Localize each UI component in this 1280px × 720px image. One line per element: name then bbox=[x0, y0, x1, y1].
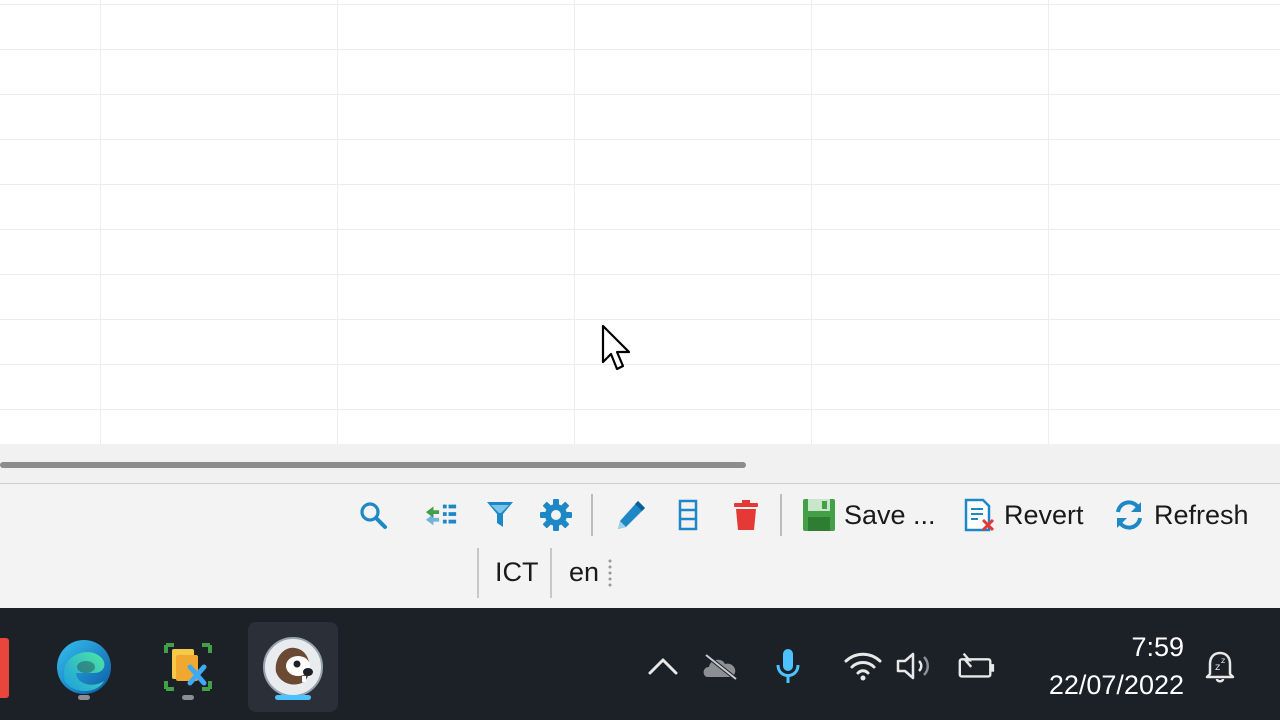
status-bar: ICT en bbox=[0, 546, 1280, 608]
refresh-icon bbox=[1112, 498, 1146, 532]
grid-column-line bbox=[100, 0, 101, 444]
revert-icon bbox=[962, 498, 996, 532]
status-separator bbox=[550, 548, 552, 598]
save-label: Save ... bbox=[844, 499, 936, 530]
search-icon bbox=[356, 498, 390, 532]
clock-date: 22/07/2022 bbox=[1048, 670, 1184, 700]
wifi-icon bbox=[844, 652, 882, 681]
notifications-button[interactable]: z z bbox=[1200, 646, 1240, 686]
settings-button[interactable] bbox=[539, 496, 573, 534]
taskbar-app-devtools[interactable] bbox=[143, 622, 233, 712]
scrollbar-thumb[interactable] bbox=[0, 462, 746, 468]
filter-icon bbox=[483, 498, 517, 532]
refresh-label: Refresh bbox=[1154, 499, 1249, 530]
grid-row-line bbox=[0, 409, 1280, 410]
panels-button[interactable] bbox=[424, 496, 458, 534]
cloud-offline-icon bbox=[703, 653, 738, 681]
microphone-button[interactable] bbox=[768, 646, 808, 686]
grid-column-line bbox=[811, 0, 812, 444]
running-indicator bbox=[182, 695, 194, 700]
grid-row-line bbox=[0, 229, 1280, 230]
svg-text:z: z bbox=[1221, 656, 1225, 665]
horizontal-scrollbar[interactable] bbox=[0, 444, 1280, 484]
system-clock[interactable]: 7:59 22/07/2022 bbox=[1049, 628, 1184, 704]
active-window-indicator bbox=[275, 695, 311, 700]
gear-icon bbox=[539, 498, 573, 532]
status-separator bbox=[477, 548, 479, 598]
row-insert-button[interactable] bbox=[671, 496, 705, 534]
timezone-indicator[interactable]: ICT bbox=[495, 557, 539, 588]
onedrive-offline-button[interactable] bbox=[700, 646, 740, 686]
wifi-button[interactable] bbox=[843, 646, 883, 686]
edge-browser-icon bbox=[57, 640, 111, 694]
refresh-button[interactable]: Refresh bbox=[1112, 496, 1249, 534]
running-indicator bbox=[78, 695, 90, 700]
battery-charging-icon bbox=[958, 652, 995, 678]
bell-snooze-icon: z z bbox=[1205, 651, 1235, 683]
toolbar-separator bbox=[780, 494, 782, 536]
app-window: Save ... Revert Refresh ICT en 7:59 22/0… bbox=[0, 0, 1280, 720]
filter-button[interactable] bbox=[483, 496, 517, 534]
pencil-icon bbox=[614, 498, 648, 532]
save-icon bbox=[802, 498, 836, 532]
chevron-up-icon bbox=[648, 658, 678, 675]
grid-row-line bbox=[0, 4, 1280, 5]
grid-column-line bbox=[337, 0, 338, 444]
column-icon bbox=[671, 498, 705, 532]
microphone-icon bbox=[776, 649, 800, 683]
locale-indicator[interactable]: en bbox=[569, 557, 599, 588]
grid-row-line bbox=[0, 274, 1280, 275]
taskbar: 7:59 22/07/2022 z z bbox=[0, 608, 1280, 720]
edit-button[interactable] bbox=[614, 496, 648, 534]
grid-row-line bbox=[0, 364, 1280, 365]
save-button[interactable]: Save ... bbox=[802, 496, 936, 534]
grid-row-line bbox=[0, 139, 1280, 140]
grid-row-line bbox=[0, 94, 1280, 95]
partial-app-icon[interactable] bbox=[0, 638, 9, 698]
status-grip[interactable] bbox=[608, 558, 612, 588]
battery-button[interactable] bbox=[956, 646, 996, 686]
grid-row-line bbox=[0, 319, 1280, 320]
clock-time: 7:59 bbox=[1131, 632, 1184, 662]
trash-icon bbox=[729, 498, 763, 532]
toolbar-separator bbox=[591, 494, 593, 536]
results-grid[interactable] bbox=[0, 0, 1280, 444]
mouse-cursor-icon bbox=[601, 324, 631, 371]
revert-label: Revert bbox=[1004, 499, 1084, 530]
dbeaver-app-icon bbox=[263, 637, 323, 697]
grid-column-line bbox=[574, 0, 575, 444]
taskbar-app-dbeaver[interactable] bbox=[248, 622, 338, 712]
volume-button[interactable] bbox=[895, 646, 935, 686]
taskbar-app-edge[interactable] bbox=[39, 622, 129, 712]
grid-row-line bbox=[0, 49, 1280, 50]
grid-column-line bbox=[1048, 0, 1049, 444]
grid-row-line bbox=[0, 184, 1280, 185]
search-button[interactable] bbox=[356, 496, 390, 534]
revert-button[interactable]: Revert bbox=[962, 496, 1084, 534]
show-hidden-icons-button[interactable] bbox=[643, 646, 683, 686]
svg-text:z: z bbox=[1215, 662, 1220, 673]
results-toolbar: Save ... Revert Refresh bbox=[0, 484, 1280, 546]
dev-tools-app-icon bbox=[164, 643, 212, 691]
panels-icon bbox=[424, 498, 458, 532]
delete-button[interactable] bbox=[729, 496, 763, 534]
speaker-icon bbox=[896, 652, 929, 680]
